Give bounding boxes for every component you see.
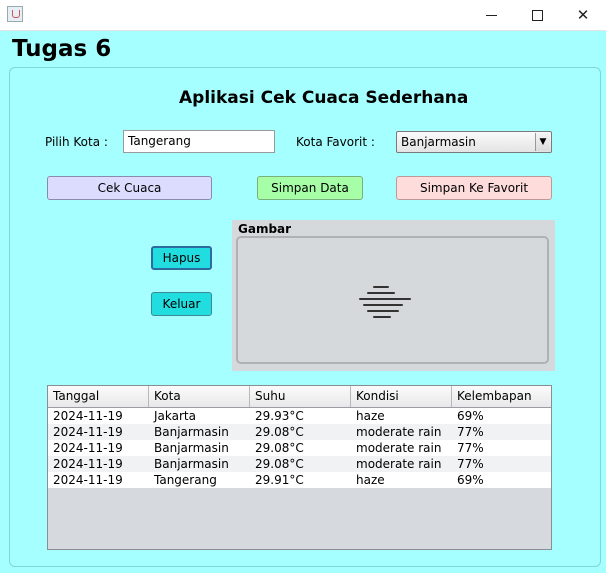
close-button[interactable]: ✕ bbox=[560, 0, 606, 30]
cell-city: Banjarmasin bbox=[154, 457, 229, 471]
close-icon: ✕ bbox=[576, 6, 590, 24]
column-header-temperature[interactable]: Suhu bbox=[250, 386, 351, 407]
exit-button[interactable]: Keluar bbox=[151, 292, 212, 316]
table-row[interactable]: 2024-11-19 Banjarmasin 29.08°C moderate … bbox=[48, 440, 551, 456]
column-header-date[interactable]: Tanggal bbox=[48, 386, 149, 407]
cell-humidity: 77% bbox=[457, 441, 484, 455]
cell-date: 2024-11-19 bbox=[53, 409, 123, 423]
cell-temperature: 29.93°C bbox=[255, 409, 304, 423]
cell-humidity: 69% bbox=[457, 409, 484, 423]
cell-city: Tangerang bbox=[154, 473, 217, 487]
table-row[interactable]: 2024-11-19 Tangerang 29.91°C haze 69% bbox=[48, 472, 551, 488]
cell-humidity: 69% bbox=[457, 473, 484, 487]
table-header: Tanggal Kota Suhu Kondisi Kelembapan bbox=[48, 386, 551, 408]
cell-condition: moderate rain bbox=[356, 441, 442, 455]
minimize-icon bbox=[485, 14, 497, 16]
cell-city: Jakarta bbox=[154, 409, 196, 423]
cell-temperature: 29.91°C bbox=[255, 473, 304, 487]
weather-table[interactable]: Tanggal Kota Suhu Kondisi Kelembapan 202… bbox=[47, 385, 552, 550]
cell-temperature: 29.08°C bbox=[255, 425, 304, 439]
cell-temperature: 29.08°C bbox=[255, 441, 304, 455]
save-favorite-button[interactable]: Simpan Ke Favorit bbox=[396, 176, 552, 200]
cell-condition: moderate rain bbox=[356, 457, 442, 471]
column-header-condition[interactable]: Kondisi bbox=[351, 386, 452, 407]
maximize-icon bbox=[531, 9, 543, 21]
cell-date: 2024-11-19 bbox=[53, 425, 123, 439]
column-header-city[interactable]: Kota bbox=[149, 386, 250, 407]
column-header-humidity[interactable]: Kelembapan bbox=[452, 386, 551, 407]
delete-button[interactable]: Hapus bbox=[151, 246, 212, 270]
cell-condition: haze bbox=[356, 473, 385, 487]
page-heading: Aplikasi Cek Cuaca Sederhana bbox=[179, 88, 469, 108]
table-row[interactable]: 2024-11-19 Banjarmasin 29.08°C moderate … bbox=[48, 424, 551, 440]
cell-city: Banjarmasin bbox=[154, 441, 229, 455]
favorite-label: Kota Favorit : bbox=[296, 135, 375, 149]
title-bar: ✕ bbox=[0, 0, 606, 31]
cell-date: 2024-11-19 bbox=[53, 441, 123, 455]
weather-image bbox=[236, 236, 549, 364]
check-weather-button[interactable]: Cek Cuaca bbox=[47, 176, 212, 200]
city-input[interactable]: Tangerang bbox=[123, 130, 275, 153]
cell-humidity: 77% bbox=[457, 425, 484, 439]
save-data-button[interactable]: Simpan Data bbox=[257, 176, 363, 200]
cell-condition: moderate rain bbox=[356, 425, 442, 439]
table-row[interactable]: 2024-11-19 Banjarmasin 29.08°C moderate … bbox=[48, 456, 551, 472]
favorite-city-selected: Banjarmasin bbox=[401, 135, 476, 149]
favorite-city-dropdown[interactable]: Banjarmasin ▼ bbox=[396, 131, 552, 153]
city-label: Pilih Kota : bbox=[45, 135, 108, 149]
image-panel-title: Gambar bbox=[238, 222, 292, 236]
cell-date: 2024-11-19 bbox=[53, 457, 123, 471]
cell-condition: haze bbox=[356, 409, 385, 423]
fog-icon bbox=[359, 286, 411, 318]
java-icon bbox=[7, 6, 23, 22]
chevron-down-icon[interactable]: ▼ bbox=[535, 133, 550, 151]
image-panel: Gambar bbox=[232, 220, 555, 371]
table-row[interactable]: 2024-11-19 Jakarta 29.93°C haze 69% bbox=[48, 408, 551, 424]
minimize-button[interactable] bbox=[468, 0, 514, 30]
cell-city: Banjarmasin bbox=[154, 425, 229, 439]
cell-date: 2024-11-19 bbox=[53, 473, 123, 487]
cell-temperature: 29.08°C bbox=[255, 457, 304, 471]
app-title: Tugas 6 bbox=[12, 36, 112, 62]
maximize-button[interactable] bbox=[514, 0, 560, 30]
cell-humidity: 77% bbox=[457, 457, 484, 471]
